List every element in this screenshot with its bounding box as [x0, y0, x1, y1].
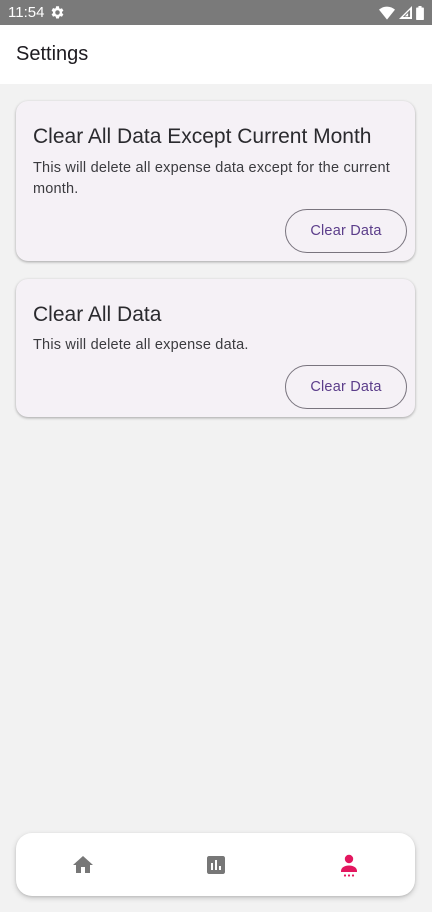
app-bar: Settings [0, 25, 432, 84]
card-description: This will delete all expense data. [33, 337, 249, 353]
clear-all-data-card: Clear All Data This will delete all expe… [16, 279, 415, 417]
nav-item-home[interactable] [16, 833, 149, 896]
status-right [379, 5, 424, 20]
bottom-navigation [16, 833, 415, 896]
cellular-signal-icon [399, 6, 412, 19]
clear-all-data-button[interactable]: Clear Data [285, 365, 407, 409]
settings-gear-icon [50, 5, 65, 20]
clear-except-current-month-card: Clear All Data Except Current Month This… [16, 101, 415, 261]
status-bar: 11:54 [0, 0, 432, 25]
battery-icon [416, 5, 424, 20]
bar-chart-icon [204, 853, 228, 877]
status-time: 11:54 [8, 4, 45, 21]
wifi-icon [379, 6, 395, 20]
status-left: 11:54 [8, 4, 65, 21]
card-title: Clear All Data Except Current Month [33, 125, 372, 148]
page-title: Settings [16, 43, 89, 65]
nav-item-settings[interactable] [282, 833, 415, 896]
clear-except-current-month-button[interactable]: Clear Data [285, 209, 407, 253]
nav-item-statistics[interactable] [149, 833, 282, 896]
card-title: Clear All Data [33, 303, 162, 326]
person-icon [337, 852, 361, 878]
card-description: This will delete all expense data except… [33, 160, 390, 197]
home-icon [71, 853, 95, 877]
